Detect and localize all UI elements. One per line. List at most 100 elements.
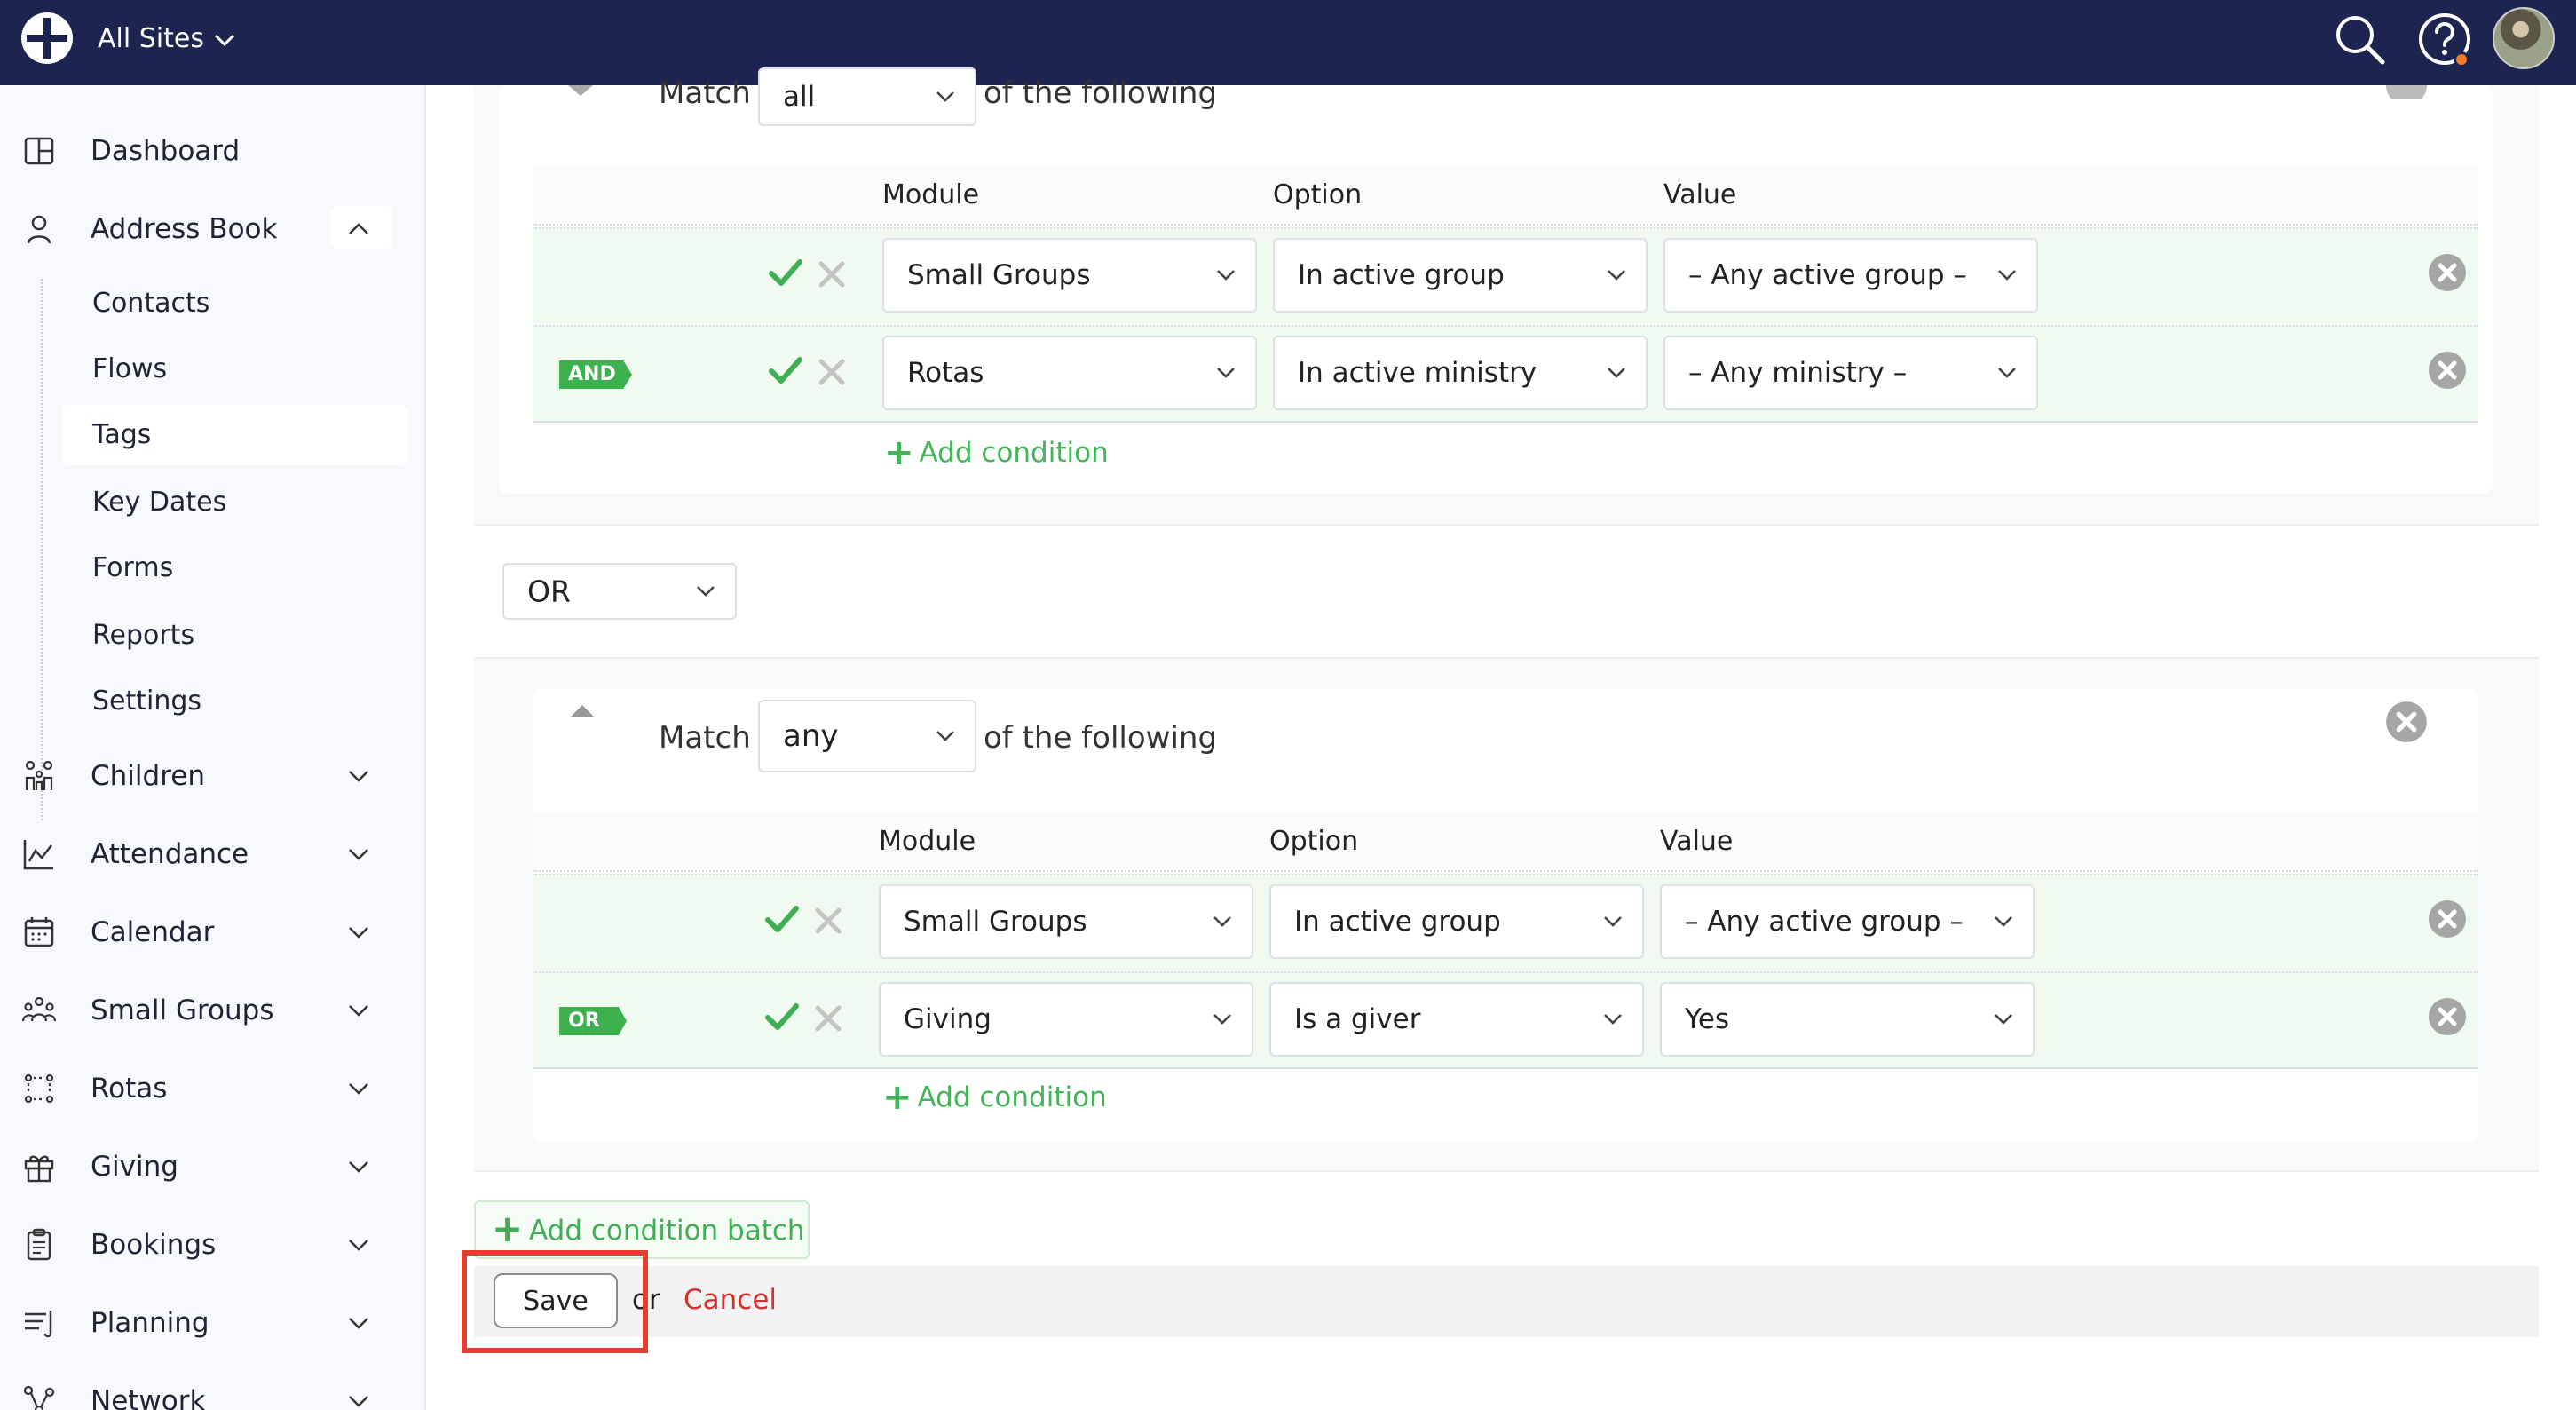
x-icon[interactable] <box>810 902 847 939</box>
sidebar-item-address-book[interactable]: Address Book <box>0 201 426 257</box>
batch-join-select[interactable]: OR <box>502 563 737 620</box>
sidebar-item-label: Dashboard <box>91 135 241 167</box>
value-select-value: Yes <box>1685 1003 1730 1035</box>
sidebar-subitem-contacts[interactable]: Contacts <box>62 273 408 334</box>
check-icon[interactable] <box>763 900 801 938</box>
cancel-link[interactable]: Cancel <box>684 1280 777 1319</box>
chevron-down-icon[interactable] <box>344 1153 373 1181</box>
check-icon[interactable] <box>763 998 801 1035</box>
add-condition-link[interactable]: + Add condition <box>884 433 1109 472</box>
module-select[interactable]: Small Groups <box>882 238 1257 313</box>
site-selector-label[interactable]: All Sites <box>98 20 204 59</box>
sidebar-subitem-settings[interactable]: Settings <box>62 671 408 732</box>
chart-icon <box>23 840 53 870</box>
sidebar-item-label: Planning <box>91 1307 209 1339</box>
x-icon[interactable] <box>810 1000 847 1037</box>
sidebar-subitem-label: Settings <box>92 685 202 717</box>
chevron-down-icon[interactable] <box>344 1231 373 1259</box>
sidebar-subitem-flows[interactable]: Flows <box>62 339 408 400</box>
chevron-down-icon <box>1995 916 2012 927</box>
chevron-down-icon[interactable] <box>344 996 373 1025</box>
sidebar-item-giving[interactable]: Giving <box>0 1138 426 1195</box>
chevron-down-icon[interactable] <box>344 840 373 868</box>
group-icon <box>21 996 57 1022</box>
sidebar-subitem-tags[interactable]: Tags <box>62 405 408 465</box>
sidebar-item-small-groups[interactable]: Small Groups <box>0 982 426 1039</box>
sidebar-subitem-reports[interactable]: Reports <box>62 606 408 666</box>
chevron-up-icon[interactable] <box>344 215 373 243</box>
add-condition-link[interactable]: + Add condition <box>882 1078 1107 1117</box>
or-tag: OR <box>559 1007 627 1035</box>
sidebar-item-dashboard[interactable]: Dashboard <box>0 123 426 179</box>
sidebar-item-label: Attendance <box>91 838 249 870</box>
sidebar-item-label: Address Book <box>91 213 278 245</box>
chevron-down-icon[interactable] <box>344 918 373 947</box>
logo-icon[interactable] <box>20 11 75 66</box>
match-select[interactable]: any <box>758 700 976 772</box>
match-label: Match <box>659 75 751 111</box>
plus-icon: + <box>882 1077 913 1118</box>
column-header-module: Module <box>879 826 976 857</box>
match-select[interactable]: all <box>758 67 976 126</box>
planning-icon <box>25 1311 52 1338</box>
module-select[interactable]: Giving <box>879 982 1253 1057</box>
sidebar-item-children[interactable]: Children <box>0 748 426 804</box>
chevron-down-icon[interactable] <box>344 762 373 790</box>
sidebar-subitem-label: Key Dates <box>92 487 227 518</box>
sidebar: Dashboard Address Book Contacts Flows Ta… <box>0 85 426 1410</box>
sidebar-item-rotas[interactable]: Rotas <box>0 1060 426 1117</box>
check-icon[interactable] <box>767 254 804 291</box>
option-select[interactable]: In active group <box>1269 884 1644 959</box>
module-select[interactable]: Rotas <box>882 336 1257 410</box>
remove-condition-icon[interactable] <box>2427 996 2468 1037</box>
sidebar-subitem-forms[interactable]: Forms <box>62 538 408 598</box>
chevron-down-icon <box>1608 368 1625 378</box>
sidebar-item-attendance[interactable]: Attendance <box>0 826 426 883</box>
chevron-down-icon[interactable] <box>344 1309 373 1337</box>
sidebar-item-network[interactable]: Network <box>0 1373 426 1410</box>
chevron-down-icon[interactable] <box>211 27 238 53</box>
check-icon[interactable] <box>767 352 804 389</box>
sidebar-item-calendar[interactable]: Calendar <box>0 904 426 961</box>
remove-condition-icon[interactable] <box>2427 350 2468 391</box>
collapse-arrow-icon[interactable] <box>566 701 598 719</box>
match-select-value: all <box>783 81 816 113</box>
value-select[interactable]: – Any active group – <box>1660 884 2035 959</box>
remove-batch-icon[interactable] <box>2384 85 2429 99</box>
collapse-arrow-icon[interactable] <box>565 85 597 98</box>
chevron-down-icon <box>1604 1014 1622 1025</box>
x-icon[interactable] <box>813 256 850 293</box>
option-select[interactable]: In active group <box>1273 238 1648 313</box>
chevron-down-icon <box>936 91 954 102</box>
option-select[interactable]: Is a giver <box>1269 982 1644 1057</box>
search-icon[interactable] <box>2331 11 2388 67</box>
module-select[interactable]: Small Groups <box>879 884 1253 959</box>
sidebar-subitem-label: Forms <box>92 552 174 583</box>
chevron-down-icon[interactable] <box>344 1074 373 1103</box>
option-select-value: In active ministry <box>1298 357 1537 389</box>
chevron-down-icon <box>697 586 715 597</box>
remove-condition-icon[interactable] <box>2427 252 2468 293</box>
sidebar-item-bookings[interactable]: Bookings <box>0 1216 426 1273</box>
chevron-down-icon <box>1217 270 1235 281</box>
sidebar-item-label: Small Groups <box>91 994 274 1026</box>
module-select-value: Rotas <box>907 357 984 389</box>
value-select[interactable]: Yes <box>1660 982 2035 1057</box>
chevron-down-icon <box>1998 270 2016 281</box>
value-select[interactable]: – Any active group – <box>1663 238 2038 313</box>
x-icon[interactable] <box>813 353 850 391</box>
value-select[interactable]: – Any ministry – <box>1663 336 2038 410</box>
remove-batch-icon[interactable] <box>2384 700 2429 744</box>
remove-condition-icon[interactable] <box>2427 899 2468 939</box>
top-bar: All Sites <box>0 0 2576 85</box>
value-select-value: – Any ministry – <box>1688 357 1908 389</box>
chevron-down-icon[interactable] <box>344 1387 373 1410</box>
chevron-down-icon <box>1608 270 1625 281</box>
sidebar-subitem-label: Tags <box>92 419 152 450</box>
option-select[interactable]: In active ministry <box>1273 336 1648 410</box>
add-condition-batch-label: Add condition batch <box>529 1215 805 1247</box>
sidebar-item-planning[interactable]: Planning <box>0 1295 426 1351</box>
sidebar-subitem-key-dates[interactable]: Key Dates <box>62 472 408 533</box>
avatar[interactable] <box>2493 7 2555 69</box>
option-select-value: Is a giver <box>1294 1003 1421 1035</box>
